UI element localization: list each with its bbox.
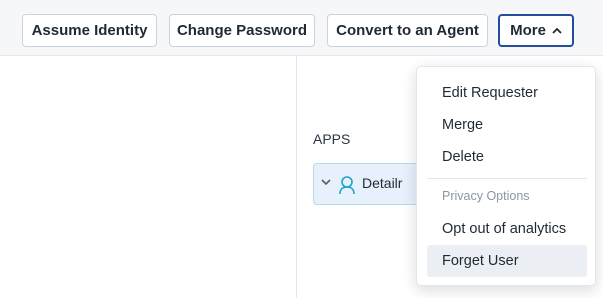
app-card-detailr[interactable]: Detailr: [313, 163, 433, 205]
app-name: Detailr: [362, 175, 403, 191]
menu-item-label: Opt out of analytics: [442, 221, 567, 237]
menu-item-label: Merge: [442, 117, 484, 133]
convert-to-agent-label: Convert to an Agent: [336, 22, 479, 39]
menu-divider: [427, 178, 587, 179]
chevron-down-icon[interactable]: [321, 175, 331, 189]
more-dropdown-menu: Edit Requester Merge Delete Privacy Opti…: [416, 66, 596, 286]
menu-item-label: Delete: [442, 149, 484, 165]
change-password-button[interactable]: Change Password: [169, 14, 315, 47]
menu-item-opt-out-analytics[interactable]: Opt out of analytics: [427, 213, 587, 245]
action-toolbar: Assume Identity Change Password Convert …: [0, 0, 603, 56]
change-password-label: Change Password: [176, 22, 308, 39]
apps-section-title: APPS: [313, 131, 351, 147]
menu-item-delete[interactable]: Delete: [427, 141, 587, 173]
menu-item-label: Forget User: [442, 253, 519, 269]
more-label: More: [510, 22, 546, 39]
assume-identity-label: Assume Identity: [31, 22, 148, 39]
menu-item-label: Edit Requester: [442, 85, 538, 101]
menu-group-privacy-options: Privacy Options: [442, 189, 530, 203]
more-button[interactable]: More: [498, 14, 574, 47]
assume-identity-button[interactable]: Assume Identity: [22, 14, 157, 47]
menu-item-forget-user[interactable]: Forget User: [427, 245, 587, 277]
panel-divider: [296, 56, 297, 298]
convert-to-agent-button[interactable]: Convert to an Agent: [327, 14, 488, 47]
user-outline-icon: [338, 175, 356, 195]
menu-item-edit-requester[interactable]: Edit Requester: [427, 77, 587, 109]
menu-item-merge[interactable]: Merge: [427, 109, 587, 141]
chevron-up-icon: [552, 23, 562, 37]
